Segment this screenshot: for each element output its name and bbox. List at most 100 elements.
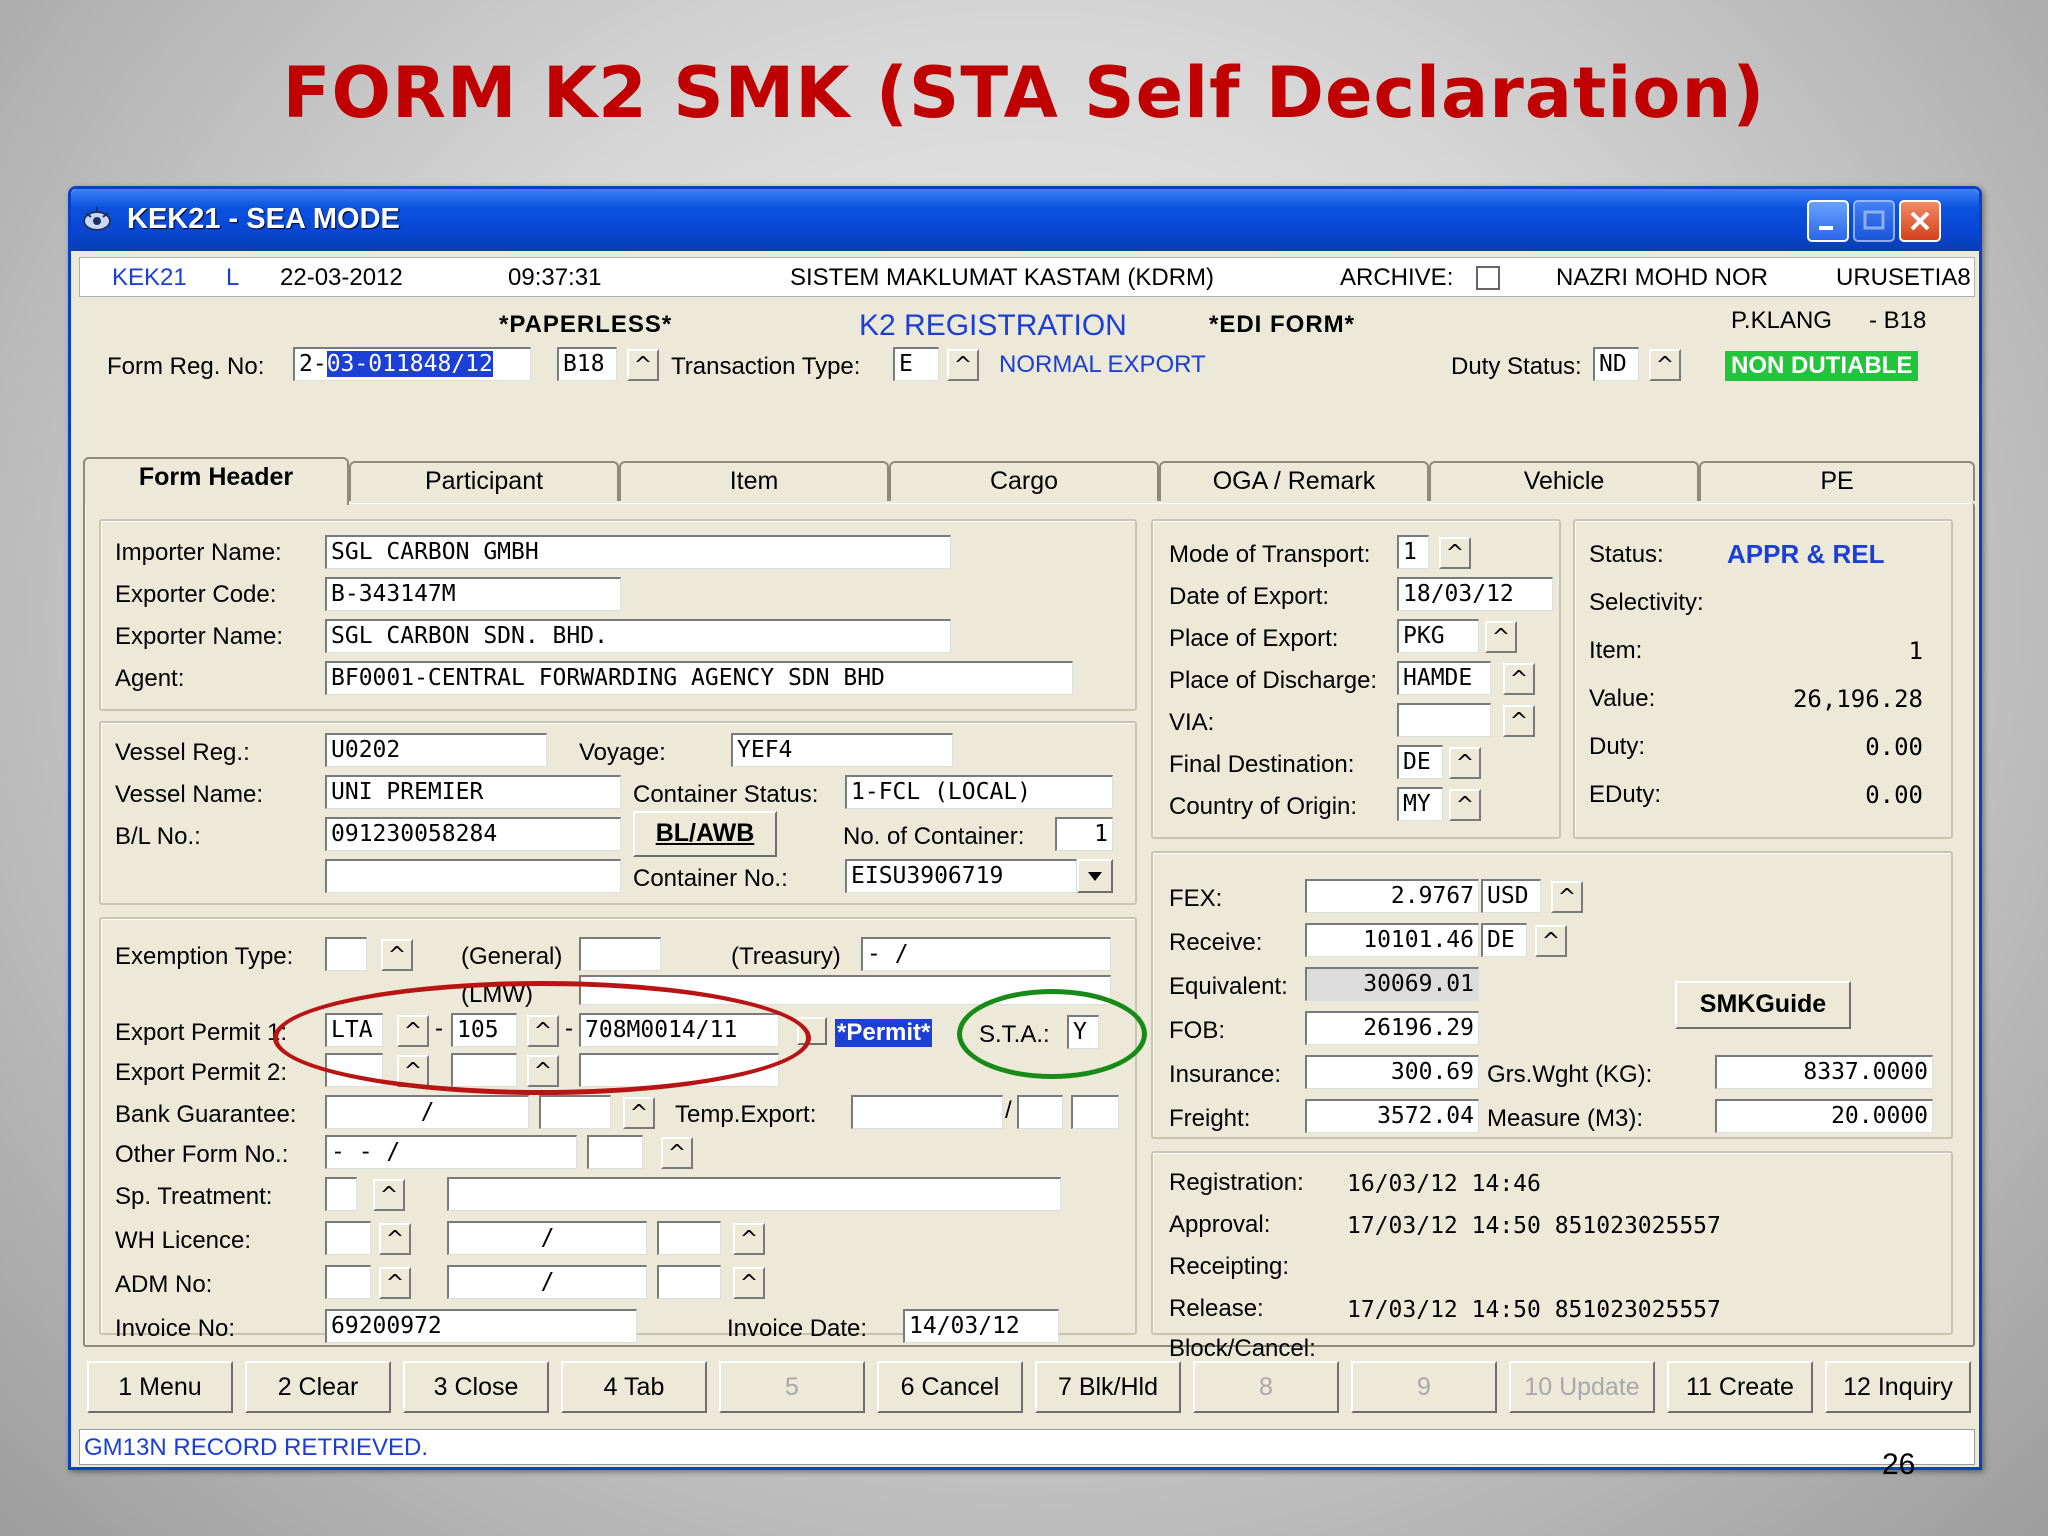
tab-vehicle[interactable]: Vehicle bbox=[1429, 461, 1699, 501]
fn-8-button[interactable]: 8 bbox=[1193, 1361, 1339, 1413]
container-status-field[interactable]: 1-FCL (LOCAL) bbox=[845, 775, 1113, 809]
invoice-date-field[interactable]: 14/03/12 bbox=[903, 1309, 1059, 1343]
other-form-suffix-field[interactable] bbox=[587, 1135, 643, 1169]
exporter-name-field[interactable]: SGL CARBON SDN. BHD. bbox=[325, 619, 951, 653]
other-form-lookup[interactable]: ^ bbox=[661, 1137, 693, 1169]
bank-guarantee-suffix-field[interactable] bbox=[539, 1095, 611, 1129]
tab-pe[interactable]: PE bbox=[1699, 461, 1975, 501]
export-permit-highlight bbox=[273, 981, 811, 1095]
wh-licence-c-field[interactable] bbox=[657, 1221, 721, 1255]
maximize-button[interactable] bbox=[1853, 200, 1895, 242]
adm-no-b-field[interactable]: / bbox=[447, 1265, 647, 1299]
container-no-field[interactable]: EISU3906719 bbox=[845, 859, 1077, 893]
fn-block-hold-button[interactable]: 7 Blk/Hld bbox=[1035, 1361, 1181, 1413]
temp-export-c-field[interactable] bbox=[1071, 1095, 1119, 1129]
mode-of-transport-lookup[interactable]: ^ bbox=[1439, 537, 1471, 569]
wh-licence-a-lookup[interactable]: ^ bbox=[379, 1223, 411, 1255]
insurance-field[interactable]: 300.69 bbox=[1305, 1055, 1479, 1089]
adm-no-a-field[interactable] bbox=[325, 1265, 371, 1299]
invoice-no-field[interactable]: 69200972 bbox=[325, 1309, 637, 1343]
via-field[interactable] bbox=[1397, 703, 1491, 737]
treasury-field[interactable]: - / bbox=[861, 937, 1111, 971]
receive-code-field[interactable]: DE bbox=[1481, 923, 1527, 957]
fob-field[interactable]: 26196.29 bbox=[1305, 1011, 1479, 1045]
final-destination-field[interactable]: DE bbox=[1397, 745, 1443, 779]
archive-checkbox[interactable] bbox=[1476, 266, 1500, 290]
form-reg-field[interactable]: 2-03-011848/12 bbox=[293, 347, 531, 381]
grs-wght-field[interactable]: 8337.0000 bbox=[1715, 1055, 1933, 1089]
freight-field[interactable]: 3572.04 bbox=[1305, 1099, 1479, 1133]
general-field[interactable] bbox=[579, 937, 661, 971]
voyage-field[interactable]: YEF4 bbox=[731, 733, 953, 767]
sp-treatment-desc-field[interactable] bbox=[447, 1177, 1061, 1211]
fn-inquiry-button[interactable]: 12 Inquiry bbox=[1825, 1361, 1971, 1413]
vessel-reg-field[interactable]: U0202 bbox=[325, 733, 547, 767]
wh-licence-a-field[interactable] bbox=[325, 1221, 371, 1255]
exporter-code-field[interactable]: B-343147M bbox=[325, 577, 621, 611]
bl-no-field[interactable]: 091230058284 bbox=[325, 817, 621, 851]
fn-close-button[interactable]: 3 Close bbox=[403, 1361, 549, 1413]
mode-of-transport-field[interactable]: 1 bbox=[1397, 535, 1429, 569]
adm-no-c-field[interactable] bbox=[657, 1265, 721, 1299]
form-reg-station-field[interactable]: B18 bbox=[557, 347, 617, 381]
agent-field[interactable]: BF0001-CENTRAL FORWARDING AGENCY SDN BHD bbox=[325, 661, 1073, 695]
fn-update-button[interactable]: 10 Update bbox=[1509, 1361, 1655, 1413]
place-of-export-field[interactable]: PKG bbox=[1397, 619, 1479, 653]
fn-create-button[interactable]: 11 Create bbox=[1667, 1361, 1813, 1413]
importer-name-field[interactable]: SGL CARBON GMBH bbox=[325, 535, 951, 569]
vessel-name-field[interactable]: UNI PREMIER bbox=[325, 775, 621, 809]
smk-guide-button[interactable]: SMKGuide bbox=[1675, 981, 1851, 1029]
fn-5-button[interactable]: 5 bbox=[719, 1361, 865, 1413]
temp-export-b-field[interactable] bbox=[1017, 1095, 1063, 1129]
sp-treatment-lookup[interactable]: ^ bbox=[373, 1179, 405, 1211]
bl-awb-button[interactable]: BL/AWB bbox=[633, 811, 777, 857]
no-container-field[interactable]: 1 bbox=[1055, 817, 1113, 851]
fn-cancel-button[interactable]: 6 Cancel bbox=[877, 1361, 1023, 1413]
exemption-type-lookup-button[interactable]: ^ bbox=[381, 939, 413, 971]
screen-mode: L bbox=[226, 264, 240, 291]
country-of-origin-lookup[interactable]: ^ bbox=[1449, 789, 1481, 821]
date-of-export-field[interactable]: 18/03/12 bbox=[1397, 577, 1553, 611]
fex-currency-lookup[interactable]: ^ bbox=[1551, 881, 1583, 913]
tab-form-header[interactable]: Form Header bbox=[83, 457, 349, 505]
close-button[interactable] bbox=[1899, 200, 1941, 242]
form-reg-lookup-button[interactable]: ^ bbox=[627, 349, 659, 381]
receive-field[interactable]: 10101.46 bbox=[1305, 923, 1479, 957]
tab-item[interactable]: Item bbox=[619, 461, 889, 501]
exemption-type-field[interactable] bbox=[325, 937, 367, 971]
fn-clear-button[interactable]: 2 Clear bbox=[245, 1361, 391, 1413]
sp-treatment-field[interactable] bbox=[325, 1177, 357, 1211]
place-of-discharge-lookup[interactable]: ^ bbox=[1503, 663, 1535, 695]
place-of-discharge-field[interactable]: HAMDE bbox=[1397, 661, 1491, 695]
bank-guarantee-lookup[interactable]: ^ bbox=[623, 1097, 655, 1129]
other-form-field[interactable]: - - / bbox=[325, 1135, 577, 1169]
wh-licence-b-field[interactable]: / bbox=[447, 1221, 647, 1255]
tab-cargo[interactable]: Cargo bbox=[889, 461, 1159, 501]
title-bar[interactable]: KEK21 - SEA MODE bbox=[71, 189, 1979, 251]
wh-licence-c-lookup[interactable]: ^ bbox=[733, 1223, 765, 1255]
container-no-dropdown[interactable] bbox=[1077, 859, 1113, 893]
transaction-type-field[interactable]: E bbox=[893, 347, 939, 381]
adm-no-a-lookup[interactable]: ^ bbox=[379, 1267, 411, 1299]
duty-status-field[interactable]: ND bbox=[1593, 347, 1639, 381]
place-of-export-lookup[interactable]: ^ bbox=[1485, 621, 1517, 653]
minimize-button[interactable] bbox=[1807, 200, 1849, 242]
bank-guarantee-field[interactable]: / bbox=[325, 1095, 529, 1129]
duty-status-lookup-button[interactable]: ^ bbox=[1649, 349, 1681, 381]
bl-no-2-field[interactable] bbox=[325, 859, 621, 893]
fex-currency-field[interactable]: USD bbox=[1481, 879, 1541, 913]
transaction-type-lookup-button[interactable]: ^ bbox=[947, 349, 979, 381]
fn-tab-button[interactable]: 4 Tab bbox=[561, 1361, 707, 1413]
receive-code-lookup[interactable]: ^ bbox=[1535, 925, 1567, 957]
fn-menu-button[interactable]: 1 Menu bbox=[87, 1361, 233, 1413]
via-lookup[interactable]: ^ bbox=[1503, 705, 1535, 737]
fn-9-button[interactable]: 9 bbox=[1351, 1361, 1497, 1413]
measure-field[interactable]: 20.0000 bbox=[1715, 1099, 1933, 1133]
temp-export-field[interactable] bbox=[851, 1095, 1003, 1129]
tab-participant[interactable]: Participant bbox=[349, 461, 619, 501]
final-destination-lookup[interactable]: ^ bbox=[1449, 747, 1481, 779]
fex-field[interactable]: 2.9767 bbox=[1305, 879, 1479, 913]
adm-no-c-lookup[interactable]: ^ bbox=[733, 1267, 765, 1299]
tab-oga-remark[interactable]: OGA / Remark bbox=[1159, 461, 1429, 501]
country-of-origin-field[interactable]: MY bbox=[1397, 787, 1443, 821]
